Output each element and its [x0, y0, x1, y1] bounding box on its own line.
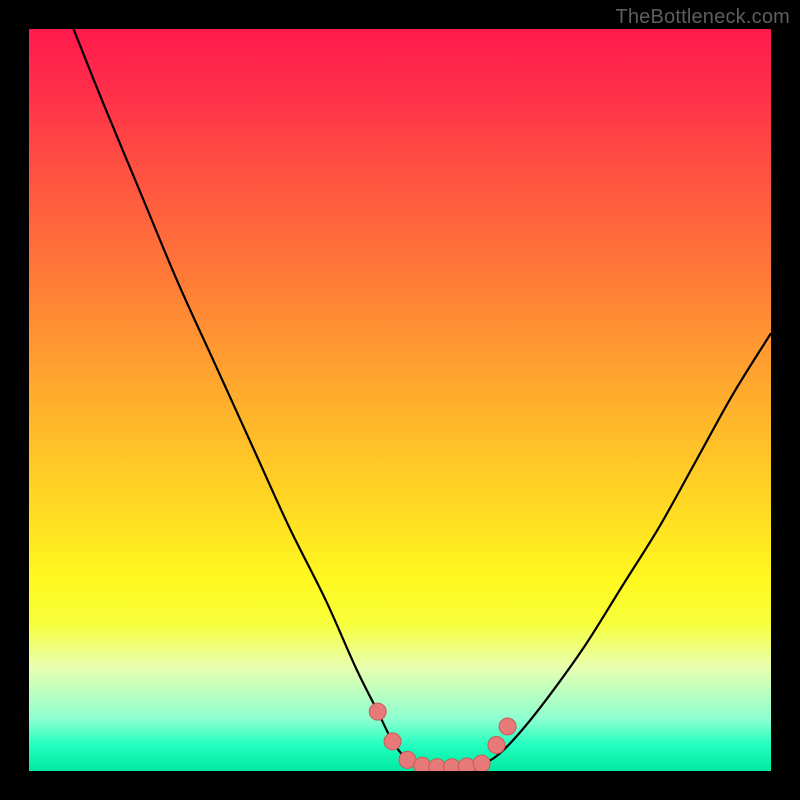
marker-layer	[29, 29, 771, 771]
marker-dot	[429, 759, 446, 771]
marker-dot	[384, 733, 401, 750]
marker-dot	[488, 737, 505, 754]
watermark-label: TheBottleneck.com	[615, 6, 790, 29]
marker-group	[369, 703, 516, 771]
marker-dot	[473, 755, 490, 771]
marker-dot	[414, 757, 431, 771]
marker-dot	[499, 718, 516, 735]
marker-dot	[443, 759, 460, 771]
marker-dot	[369, 703, 386, 720]
